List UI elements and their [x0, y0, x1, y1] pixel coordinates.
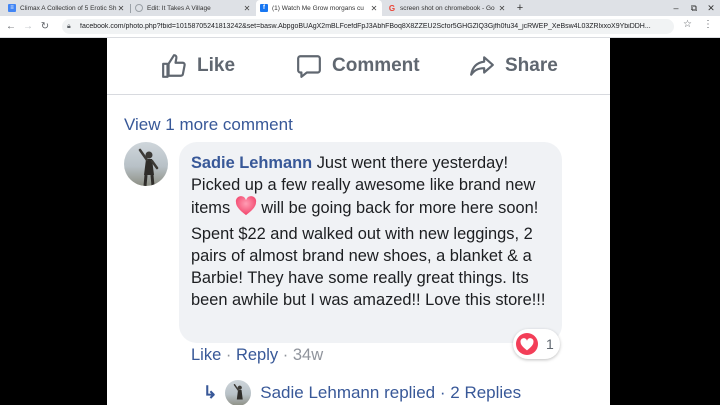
thumbs-up-icon [162, 54, 186, 78]
facebook-page: Like Comment Share View 1 more comment S… [107, 38, 610, 405]
reply-author: Sadie Lehmann [260, 383, 380, 402]
reply-arrow-icon: ↳ [203, 383, 218, 402]
comment-bubble: Sadie Lehmann Just went there yesterday!… [179, 142, 562, 343]
new-tab-button[interactable]: + [514, 0, 526, 16]
browser-toolbar: ← → ↻ 🔒︎ facebook.com/photo.php?fbid=101… [0, 16, 720, 38]
tab-edit-village[interactable]: Edit: It Takes A Village ✕ [131, 0, 255, 16]
comment-meta: Like · Reply · 34w [191, 346, 323, 365]
separator: · [439, 383, 446, 402]
tab-title: screen shot on chromebook - Go [400, 4, 495, 12]
tab-climax[interactable]: ≡ Climax A Collection of 5 Erotic Sh ✕ [4, 0, 129, 16]
comment-label: Comment [332, 55, 420, 76]
lock-icon: 🔒︎ [67, 22, 71, 30]
comment-icon [297, 55, 321, 78]
close-icon[interactable]: ✕ [498, 4, 506, 13]
facebook-icon: f [260, 4, 268, 12]
separator: · [282, 346, 289, 364]
tab-title: (1) Watch Me Grow morgans cu [272, 4, 364, 12]
separator: · [225, 346, 232, 364]
google-icon: G [388, 3, 396, 13]
docs-icon: ≡ [8, 4, 16, 12]
close-icon[interactable]: ✕ [117, 4, 125, 13]
close-icon[interactable]: ✕ [370, 4, 378, 13]
comment-time[interactable]: 34w [293, 346, 323, 364]
comment-button[interactable]: Comment [296, 52, 420, 80]
replied-text: replied [384, 383, 436, 402]
heart-emoji-icon [235, 196, 257, 222]
address-bar[interactable]: 🔒︎ facebook.com/photo.php?fbid=101587052… [62, 19, 674, 34]
forward-icon[interactable]: → [21, 19, 35, 33]
close-window-icon[interactable]: ✕ [704, 0, 718, 16]
menu-icon[interactable]: ⋮ [703, 19, 713, 30]
love-reaction-icon [516, 333, 538, 355]
post-action-bar: Like Comment Share [107, 38, 610, 95]
like-button[interactable]: Like [161, 52, 235, 80]
url-text: facebook.com/photo.php?fbid=101587052418… [80, 23, 651, 30]
view-replies-link[interactable]: ↳ Sadie Lehmann replied · 2 Replies [203, 380, 521, 405]
like-label: Like [197, 55, 236, 76]
avatar[interactable] [124, 142, 168, 186]
comment-like-link[interactable]: Like [191, 346, 221, 364]
reaction-count: 1 [546, 336, 554, 352]
close-icon[interactable]: ✕ [243, 4, 251, 13]
person-photo-icon [138, 148, 159, 186]
comment-author[interactable]: Sadie Lehmann [191, 154, 312, 172]
minimize-icon[interactable]: – [669, 0, 683, 16]
comment-reply-link[interactable]: Reply [236, 346, 278, 364]
back-icon[interactable]: ← [4, 19, 18, 33]
tab-facebook[interactable]: f (1) Watch Me Grow morgans cu ✕ [256, 0, 382, 16]
reply-count: 2 Replies [450, 383, 522, 402]
person-photo-icon [233, 383, 243, 400]
view-more-comments-link[interactable]: View 1 more comment [124, 115, 293, 135]
tab-title: Edit: It Takes A Village [147, 4, 211, 12]
share-label: Share [505, 55, 558, 76]
reaction-summary[interactable]: 1 [513, 329, 560, 359]
tab-strip: ≡ Climax A Collection of 5 Erotic Sh ✕ E… [0, 0, 720, 16]
reply-avatar [225, 380, 252, 405]
share-button[interactable]: Share [469, 52, 558, 80]
share-icon [470, 56, 494, 76]
tab-google-search[interactable]: G screen shot on chromebook - Go ✕ [384, 0, 510, 16]
restore-icon[interactable]: ⧉ [687, 0, 701, 16]
tab-title: Climax A Collection of 5 Erotic Sh [20, 4, 117, 12]
globe-icon [135, 4, 143, 12]
reload-icon[interactable]: ↻ [38, 19, 52, 33]
bookmark-star-icon[interactable]: ☆ [683, 19, 692, 30]
